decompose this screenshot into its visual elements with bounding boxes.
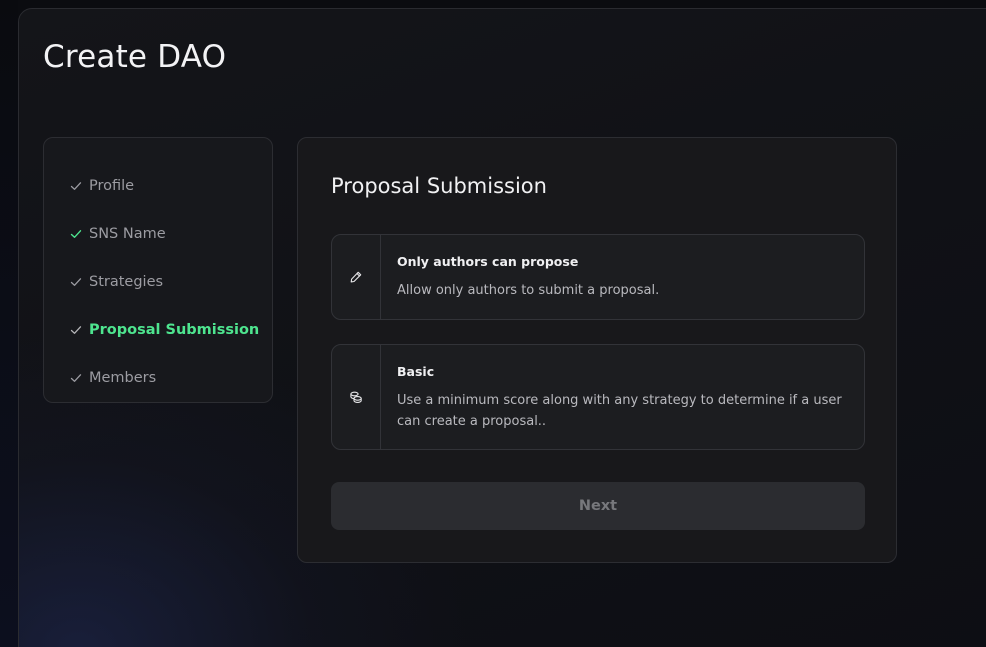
steps-sidebar: Profile SNS Name Strategies Proposal Sub… <box>43 137 273 403</box>
check-icon <box>70 374 82 382</box>
step-label: Strategies <box>89 274 164 290</box>
option-description: Allow only authors to submit a proposal. <box>397 283 660 298</box>
option-description: Use a minimum score along with any strat… <box>397 393 842 429</box>
check-icon <box>70 278 82 286</box>
step-members[interactable]: Members <box>44 354 272 402</box>
step-profile[interactable]: Profile <box>44 162 272 210</box>
proposal-submission-panel: Proposal Submission Only authors can pro… <box>297 137 897 563</box>
check-icon <box>70 182 82 190</box>
option-title: Basic <box>397 364 435 379</box>
option-basic[interactable]: Basic Use a minimum score along with any… <box>331 344 865 450</box>
create-dao-window: Create DAO Profile SNS Name Strategies P… <box>18 8 986 647</box>
pencil-icon <box>350 271 362 283</box>
option-text: Basic Use a minimum score along with any… <box>381 345 864 449</box>
coins-icon <box>350 391 362 403</box>
page-title: Create DAO <box>43 39 227 75</box>
check-icon <box>70 326 82 334</box>
step-label: SNS Name <box>89 226 166 242</box>
step-label: Profile <box>89 178 135 194</box>
option-title: Only authors can propose <box>397 254 579 269</box>
step-strategies[interactable]: Strategies <box>44 258 272 306</box>
step-proposal-submission[interactable]: Proposal Submission <box>44 306 272 354</box>
step-label: Members <box>89 370 157 386</box>
check-icon <box>70 230 82 238</box>
step-sns-name[interactable]: SNS Name <box>44 210 272 258</box>
option-text: Only authors can propose Allow only auth… <box>381 235 675 319</box>
option-only-authors[interactable]: Only authors can propose Allow only auth… <box>331 234 865 320</box>
page-left-edge <box>0 0 18 647</box>
step-label: Proposal Submission <box>89 322 260 338</box>
option-icon-cell <box>332 345 381 449</box>
next-button[interactable]: Next <box>331 482 865 530</box>
option-icon-cell <box>332 235 381 319</box>
panel-title: Proposal Submission <box>331 174 547 198</box>
